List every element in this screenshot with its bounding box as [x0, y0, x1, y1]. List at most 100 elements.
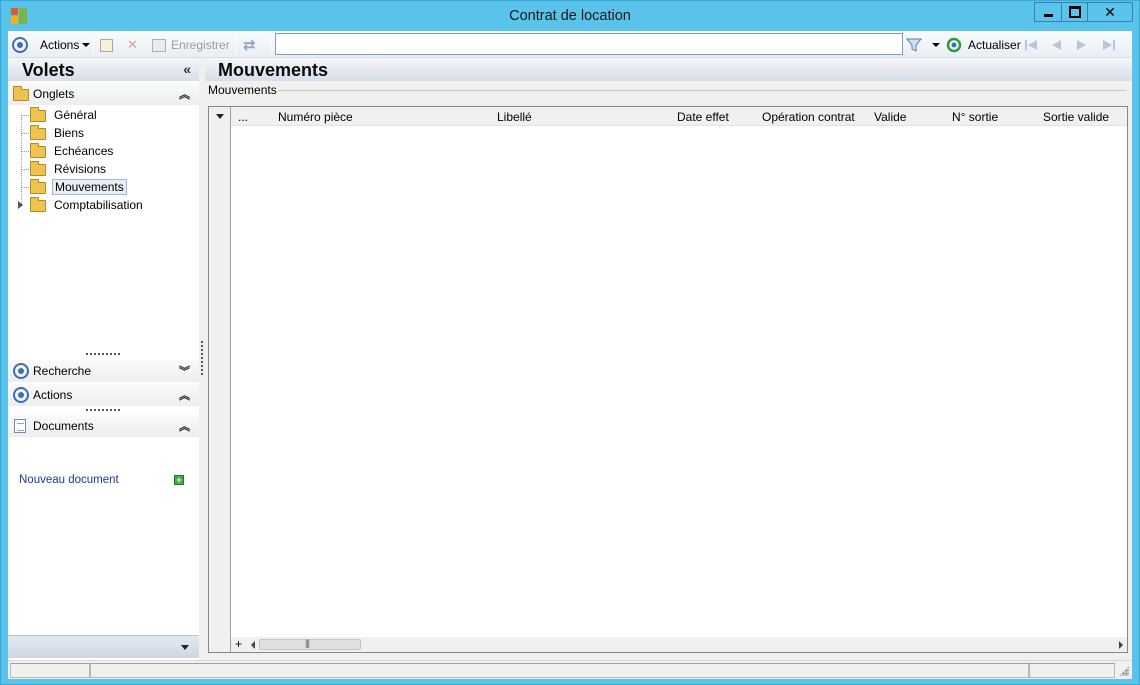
search-input-wrapper[interactable]: [275, 33, 903, 55]
column-header-libelle[interactable]: Libellé: [497, 110, 532, 124]
column-chooser-icon[interactable]: [216, 114, 224, 119]
first-record-button[interactable]: [1023, 35, 1039, 55]
maximize-button[interactable]: [1061, 2, 1088, 22]
chevron-up-double-icon[interactable]: ︽: [179, 86, 190, 102]
delete-button[interactable]: ✕: [127, 35, 138, 55]
recherche-section-header[interactable]: Recherche ︾: [8, 360, 199, 382]
previous-record-icon: [1052, 40, 1061, 50]
new-document-link[interactable]: Nouveau document: [19, 474, 119, 486]
main-header: Mouvements: [205, 58, 1132, 81]
target-icon: [13, 363, 29, 379]
folder-icon: [13, 86, 29, 101]
window-title: Contrat de location: [509, 8, 631, 24]
horizontal-scrollbar[interactable]: +: [231, 637, 1127, 652]
left-pane: Volets « Onglets ︽ Général Biens Echéanc…: [8, 58, 199, 679]
grid-header: ... Numéro pièce Libellé Date effet Opér…: [231, 107, 1127, 126]
add-document-icon[interactable]: +: [174, 475, 184, 485]
save-label: Enregistrer: [171, 38, 230, 52]
column-header-sortie-valide[interactable]: Sortie valide: [1043, 110, 1109, 124]
chevron-up-double-icon[interactable]: ︽: [179, 387, 190, 403]
status-cell: [1029, 663, 1115, 678]
recherche-label: Recherche: [33, 364, 92, 378]
tree-item-revisions[interactable]: Révisions: [8, 160, 199, 178]
save-icon: [152, 38, 166, 52]
actions-menu-label: Actions: [40, 38, 80, 52]
folder-icon: [30, 125, 46, 140]
chevron-down-icon: [932, 43, 940, 47]
next-record-button[interactable]: [1075, 35, 1089, 55]
tree-item-mouvements[interactable]: Mouvements: [8, 178, 199, 196]
filter-dropdown-button[interactable]: [929, 35, 940, 55]
tree-item-label: Révisions: [54, 162, 107, 176]
next-record-icon: [1077, 40, 1086, 50]
actions-menu-button[interactable]: Actions: [40, 35, 91, 55]
splitter-grip[interactable]: [86, 353, 120, 355]
new-record-button[interactable]: [100, 35, 113, 55]
actions-label: Actions: [33, 388, 73, 402]
mouvements-grid[interactable]: ... Numéro pièce Libellé Date effet Opér…: [208, 106, 1128, 653]
tree-item-comptabilisation[interactable]: Comptabilisation: [8, 196, 199, 214]
tree-item-label: Comptabilisation: [54, 198, 143, 212]
sync-button[interactable]: ⇄: [243, 35, 256, 55]
previous-record-button[interactable]: [1049, 35, 1063, 55]
volets-title: Volets: [22, 60, 75, 80]
new-record-icon: [100, 38, 113, 52]
target-icon[interactable]: [12, 35, 28, 55]
tree-item-echeances[interactable]: Echéances: [8, 142, 199, 160]
page-title: Mouvements: [218, 60, 329, 80]
folder-open-icon: [30, 179, 46, 194]
folder-icon: [30, 107, 46, 122]
column-header-more[interactable]: ...: [238, 110, 248, 124]
column-header-numero-piece[interactable]: Numéro pièce: [278, 110, 353, 124]
tree-item-biens[interactable]: Biens: [8, 124, 199, 142]
main-pane: Mouvements Mouvements ... Numéro pièce L…: [205, 58, 1132, 658]
folder-icon: [30, 143, 46, 158]
folder-icon: [30, 197, 46, 212]
status-bar: [8, 660, 1132, 679]
sync-icon: ⇄: [243, 37, 256, 54]
scrollbar-thumb[interactable]: [259, 638, 361, 650]
pane-options-bar[interactable]: [8, 635, 199, 658]
resize-grip-icon[interactable]: [1119, 666, 1129, 676]
status-cell: [10, 663, 90, 678]
add-row-icon[interactable]: +: [235, 637, 242, 651]
refresh-icon: [946, 37, 962, 53]
scroll-right-icon[interactable]: [1119, 641, 1123, 649]
app-window: Contrat de location ✕ Actions ✕ Enregist…: [0, 0, 1140, 685]
chevron-up-double-icon[interactable]: ︽: [179, 418, 190, 434]
chevron-down-double-icon[interactable]: ︾: [179, 363, 190, 379]
chevron-down-icon: [82, 43, 91, 47]
splitter-grip[interactable]: [86, 409, 120, 411]
close-button[interactable]: ✕: [1088, 2, 1133, 22]
vertical-splitter-grip[interactable]: [201, 341, 203, 375]
search-input[interactable]: [276, 34, 902, 54]
column-header-numero-sortie[interactable]: N° sortie: [952, 110, 998, 124]
status-cell: [90, 663, 1029, 678]
first-record-icon: [1025, 40, 1037, 50]
documents-section-header[interactable]: Documents ︽: [8, 415, 199, 437]
documents-label: Documents: [33, 419, 94, 433]
grid-row-header: [209, 107, 231, 652]
title-bar[interactable]: Contrat de location ✕: [1, 1, 1139, 31]
column-header-operation-contrat[interactable]: Opération contrat: [762, 110, 855, 124]
scroll-left-icon[interactable]: [251, 641, 255, 649]
tree-item-general[interactable]: Général: [8, 106, 199, 124]
save-button[interactable]: Enregistrer: [152, 35, 230, 55]
actions-section-header[interactable]: Actions ︽: [8, 384, 199, 406]
onglets-section-header[interactable]: Onglets ︽: [8, 83, 199, 105]
target-icon: [13, 387, 29, 403]
toolbar: Actions ✕ Enregistrer ⇄ Actualiser: [8, 31, 1132, 58]
refresh-button[interactable]: Actualiser: [946, 35, 1021, 55]
chevron-down-icon: [181, 645, 189, 650]
expand-arrow-icon[interactable]: [18, 201, 23, 209]
minimize-button[interactable]: [1034, 2, 1061, 22]
column-header-valide[interactable]: Valide: [874, 110, 906, 124]
refresh-label: Actualiser: [968, 38, 1021, 52]
folder-icon: [30, 161, 46, 176]
document-icon: [14, 419, 26, 433]
onglets-label: Onglets: [33, 87, 75, 101]
last-record-button[interactable]: [1101, 35, 1117, 55]
column-header-date-effet[interactable]: Date effet: [677, 110, 729, 124]
filter-button[interactable]: [906, 35, 922, 55]
collapse-pane-icon[interactable]: «: [183, 61, 191, 77]
